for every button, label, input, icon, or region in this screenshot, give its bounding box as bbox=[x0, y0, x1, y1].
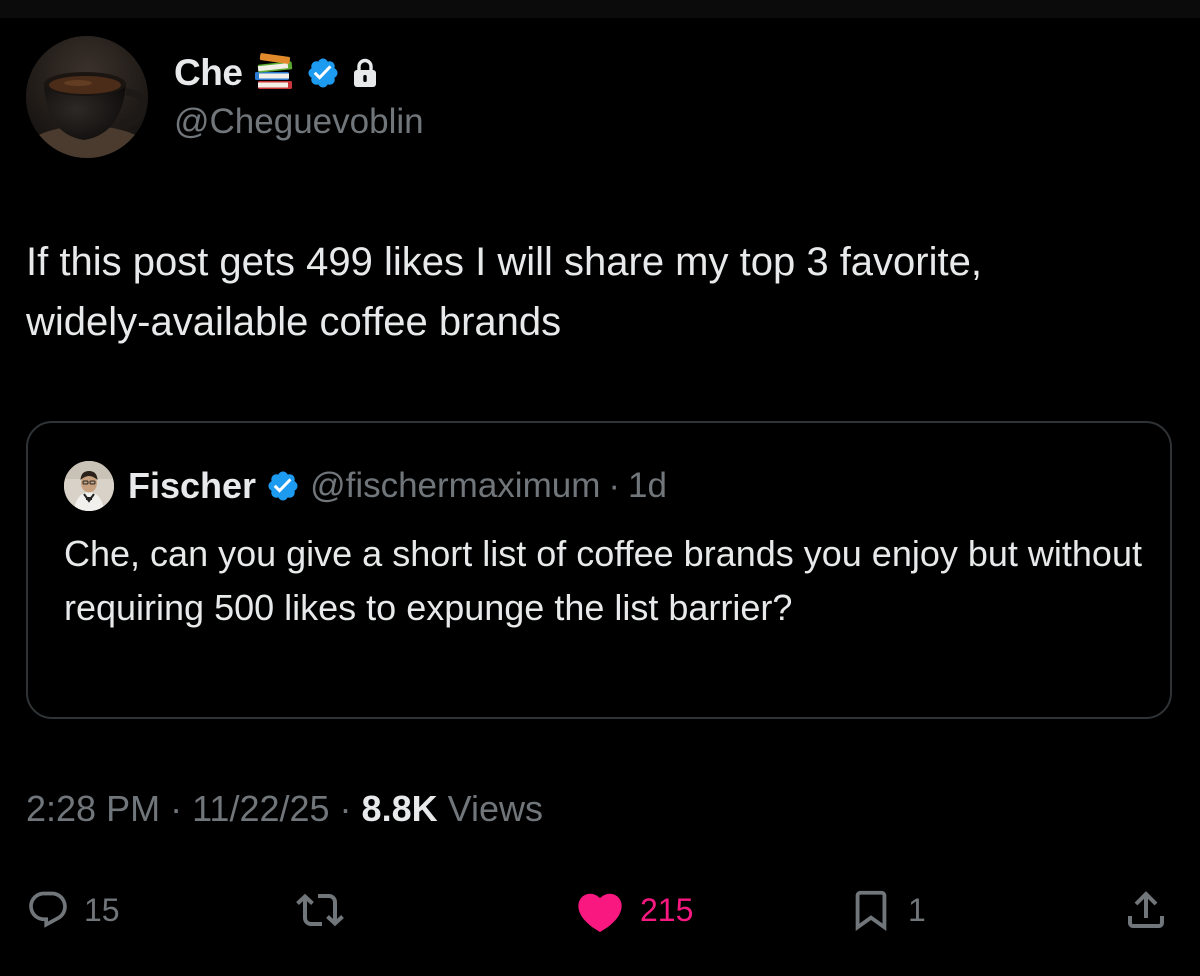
post-text: If this post gets 499 likes I will share… bbox=[26, 240, 982, 344]
like-count: 215 bbox=[640, 891, 694, 928]
meta-separator: · bbox=[339, 788, 352, 829]
repost-icon bbox=[296, 893, 344, 927]
author-avatar[interactable] bbox=[26, 36, 148, 158]
meta-separator: · bbox=[170, 788, 183, 829]
bookmark-count: 1 bbox=[908, 891, 926, 928]
quoted-author-handle[interactable]: @fischermaximum bbox=[310, 466, 600, 506]
quoted-author-avatar[interactable] bbox=[64, 461, 114, 511]
bookmark-icon bbox=[855, 890, 887, 931]
reply-icon bbox=[29, 891, 67, 928]
verified-badge-icon[interactable] bbox=[306, 56, 340, 90]
author-handle[interactable]: @Cheguevoblin bbox=[174, 102, 424, 142]
reply-button[interactable]: 15 bbox=[26, 882, 120, 938]
lock-icon bbox=[354, 58, 377, 87]
bookmark-button[interactable]: 1 bbox=[848, 882, 926, 938]
quoted-separator: · bbox=[608, 466, 621, 505]
coffee-cup-avatar-image bbox=[26, 36, 148, 158]
quoted-post-header: Fischer @fischermaximum · 1d bbox=[64, 461, 667, 511]
like-button[interactable]: 215 bbox=[574, 882, 693, 938]
views-label: Views bbox=[447, 788, 543, 829]
post-date[interactable]: 11/22/25 bbox=[192, 788, 329, 830]
verified-badge-icon[interactable] bbox=[266, 469, 300, 503]
repost-button[interactable] bbox=[296, 882, 358, 938]
heart-filled-icon bbox=[578, 893, 622, 933]
status-bar-strip bbox=[0, 0, 1200, 18]
views-count: 8.8K bbox=[361, 788, 438, 829]
books-icon bbox=[255, 53, 293, 89]
share-icon bbox=[1128, 891, 1164, 928]
post-meta: 2:28 PM · 11/22/25 · 8.8K Views bbox=[26, 788, 543, 830]
share-button[interactable] bbox=[1122, 882, 1170, 938]
post-time[interactable]: 2:28 PM bbox=[26, 788, 160, 830]
quoted-post-text: Che, can you give a short list of coffee… bbox=[64, 533, 1142, 628]
reply-count: 15 bbox=[84, 891, 120, 928]
quoted-post-card[interactable]: Fischer @fischermaximum · 1d Che, can yo… bbox=[26, 421, 1172, 719]
quoted-timestamp[interactable]: 1d bbox=[628, 466, 667, 506]
quoted-author-name[interactable]: Fischer bbox=[128, 465, 256, 507]
author-name[interactable]: Che bbox=[174, 52, 243, 94]
person-avatar-image bbox=[64, 461, 114, 511]
author-name-row: Che bbox=[174, 50, 378, 96]
